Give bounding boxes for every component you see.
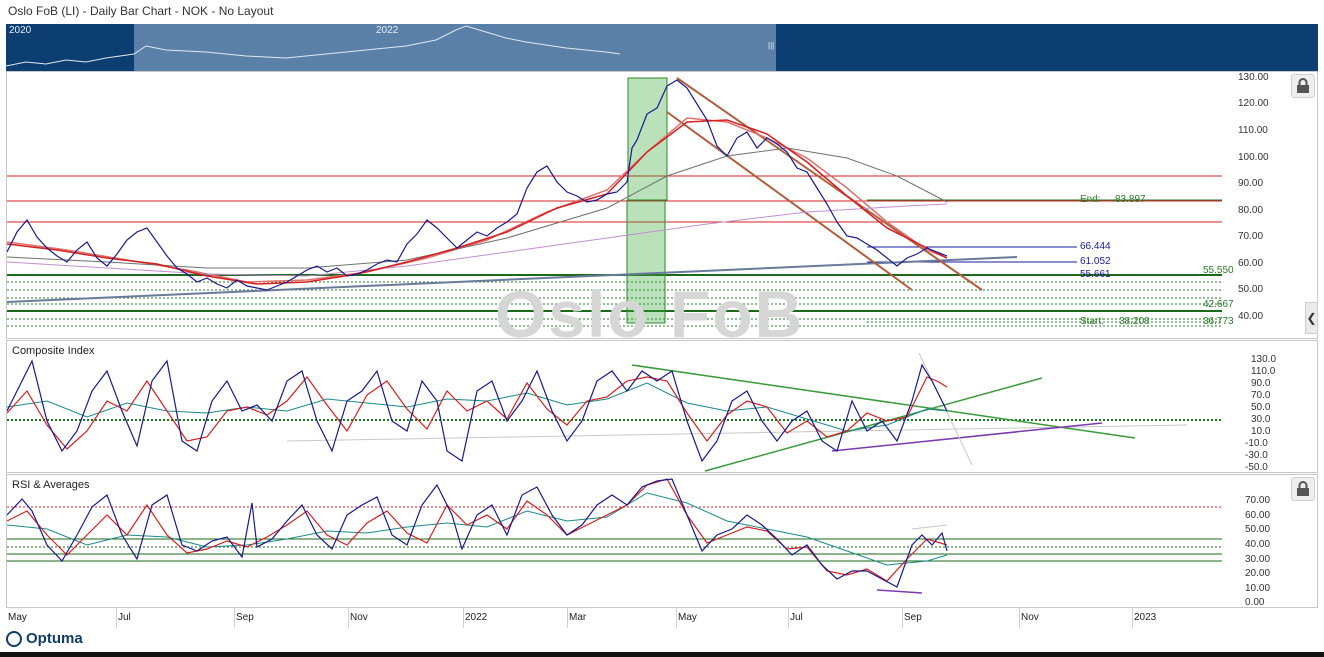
month-jul: Jul xyxy=(118,612,131,623)
composite-index-pane[interactable]: Composite Index 130.0 110.0 90.0 70.0 50… xyxy=(6,340,1318,473)
ci-tick-130: 130.0 xyxy=(1251,354,1277,365)
month-tick xyxy=(676,608,677,628)
rsi-plot xyxy=(7,478,1222,594)
lock-icon xyxy=(1297,78,1309,93)
month-nov: Nov xyxy=(350,612,368,623)
ci-tick-30: 30.0 xyxy=(1251,414,1271,425)
y-tick-110: 110.00 xyxy=(1238,125,1268,136)
month-sep-2022: Sep xyxy=(904,612,922,623)
level-55-661: 55.661 xyxy=(1080,269,1111,280)
overview-navigator[interactable]: 2020 2022 ||| xyxy=(6,24,1318,71)
month-tick xyxy=(902,608,903,628)
rsi-lock-button[interactable] xyxy=(1291,477,1315,501)
level-66: 66.444 xyxy=(1080,241,1111,252)
end-value: 83.897 xyxy=(1115,194,1146,205)
chart-title: Oslo FoB (LI) - Daily Bar Chart - NOK - … xyxy=(8,4,274,18)
start-value: 38.208 xyxy=(1119,316,1150,327)
x-axis: May Jul Sep Nov 2022 Mar May Jul Sep Nov… xyxy=(6,607,1318,628)
ci-tick-minus-10: -10.0 xyxy=(1245,438,1268,449)
y-tick-70: 70.00 xyxy=(1238,231,1264,242)
level-42: 42.667 xyxy=(1203,299,1234,310)
rsi-pane[interactable]: RSI & Averages 70.00 60.00 50.00 40.00 3… xyxy=(6,474,1318,608)
month-may-2022: May xyxy=(678,612,697,623)
ci-tick-10: 10.0 xyxy=(1251,426,1271,437)
ci-tick-110: 110.0 xyxy=(1251,366,1276,377)
month-may: May xyxy=(8,612,27,623)
rsi-tick-70: 70.00 xyxy=(1245,495,1271,506)
collapse-panel-button[interactable]: ❮ xyxy=(1305,302,1318,334)
ci-tick-50: 50.0 xyxy=(1251,402,1271,413)
ci-tick-minus-50: -50.0 xyxy=(1245,462,1268,473)
month-2022: 2022 xyxy=(465,612,488,623)
month-tick xyxy=(788,608,789,628)
y-tick-90: 90.00 xyxy=(1238,178,1264,189)
level-61: 61.052 xyxy=(1080,256,1111,267)
month-2023: 2023 xyxy=(1134,612,1157,623)
y-tick-60: 60.00 xyxy=(1238,258,1264,269)
month-sep: Sep xyxy=(236,612,254,623)
end-label: End: xyxy=(1080,194,1101,205)
y-tick-40: 40.00 xyxy=(1238,311,1264,322)
level-36: 36.773 xyxy=(1203,316,1234,327)
month-tick xyxy=(1132,608,1133,628)
rsi-tick-60: 60.00 xyxy=(1245,510,1271,521)
month-mar: Mar xyxy=(569,612,587,623)
rsi-tick-40: 40.00 xyxy=(1245,539,1271,550)
y-tick-120: 120.00 xyxy=(1238,98,1269,109)
rsi-tick-20: 20.00 xyxy=(1245,568,1271,579)
bottom-bar xyxy=(0,652,1324,657)
composite-plot xyxy=(7,352,1222,472)
y-tick-80: 80.00 xyxy=(1238,205,1264,216)
lock-button[interactable] xyxy=(1291,74,1315,98)
month-tick xyxy=(1019,608,1020,628)
month-tick xyxy=(234,608,235,628)
level-55-550: 55.550 xyxy=(1203,265,1234,276)
rsi-tick-50: 50.00 xyxy=(1245,524,1271,535)
month-tick xyxy=(116,608,117,628)
price-pane[interactable]: Oslo FoB 130.00 120.00 110.00 100.00 90.… xyxy=(6,71,1318,351)
month-nov-2022: Nov xyxy=(1021,612,1039,623)
y-tick-100: 100.00 xyxy=(1238,152,1269,163)
y-tick-50: 50.00 xyxy=(1238,284,1264,295)
start-label: Start: xyxy=(1080,316,1104,327)
month-tick xyxy=(567,608,568,628)
rsi-tick-30: 30.00 xyxy=(1245,554,1271,565)
rsi-tick-10: 10.00 xyxy=(1245,583,1271,594)
y-tick-130: 130.00 xyxy=(1238,72,1269,83)
optuma-logo: Optuma xyxy=(26,630,83,647)
ci-tick-70: 70.0 xyxy=(1251,390,1271,401)
overview-line xyxy=(6,25,621,67)
ci-tick-90: 90.0 xyxy=(1251,378,1271,389)
month-tick xyxy=(348,608,349,628)
ci-tick-minus-30: -30.0 xyxy=(1245,450,1268,461)
lock-icon xyxy=(1297,481,1309,496)
optuma-logo-icon xyxy=(6,631,22,647)
month-jul-2022: Jul xyxy=(790,612,803,623)
month-tick xyxy=(463,608,464,628)
